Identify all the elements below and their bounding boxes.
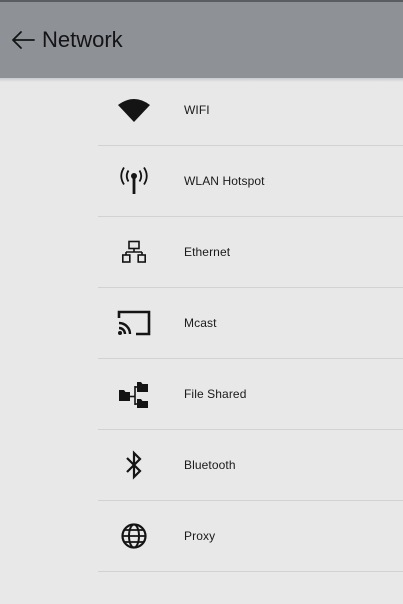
arrow-left-icon [12,31,35,49]
list-item-label: Mcast [184,316,217,330]
list-item-label: File Shared [184,387,247,401]
list-item-wlan-hotspot[interactable]: WLAN Hotspot [98,146,403,217]
list-item-label: WIFI [184,103,210,117]
list-item-mcast[interactable]: Mcast [98,288,403,359]
hotspot-icon [114,161,154,201]
ethernet-icon [114,232,154,272]
list-item-label: Ethernet [184,245,231,259]
bluetooth-icon [114,445,154,485]
network-settings-list: WIFI WLAN Hotspot Ethernet Mcast File Sh… [98,75,403,572]
list-item-label: Proxy [184,529,216,543]
list-item-label: WLAN Hotspot [184,174,265,188]
page-title: Network [42,27,123,52]
list-item-bluetooth[interactable]: Bluetooth [98,430,403,501]
wifi-icon [114,90,154,130]
list-item-wifi[interactable]: WIFI [98,75,403,146]
list-item-file-shared[interactable]: File Shared [98,359,403,430]
list-item-proxy[interactable]: Proxy [98,501,403,572]
globe-icon [114,516,154,556]
back-button[interactable] [6,20,40,60]
list-item-ethernet[interactable]: Ethernet [98,217,403,288]
app-bar: Network [0,0,403,78]
list-item-label: Bluetooth [184,458,236,472]
cast-icon [114,303,154,343]
file-shared-icon [114,374,154,414]
